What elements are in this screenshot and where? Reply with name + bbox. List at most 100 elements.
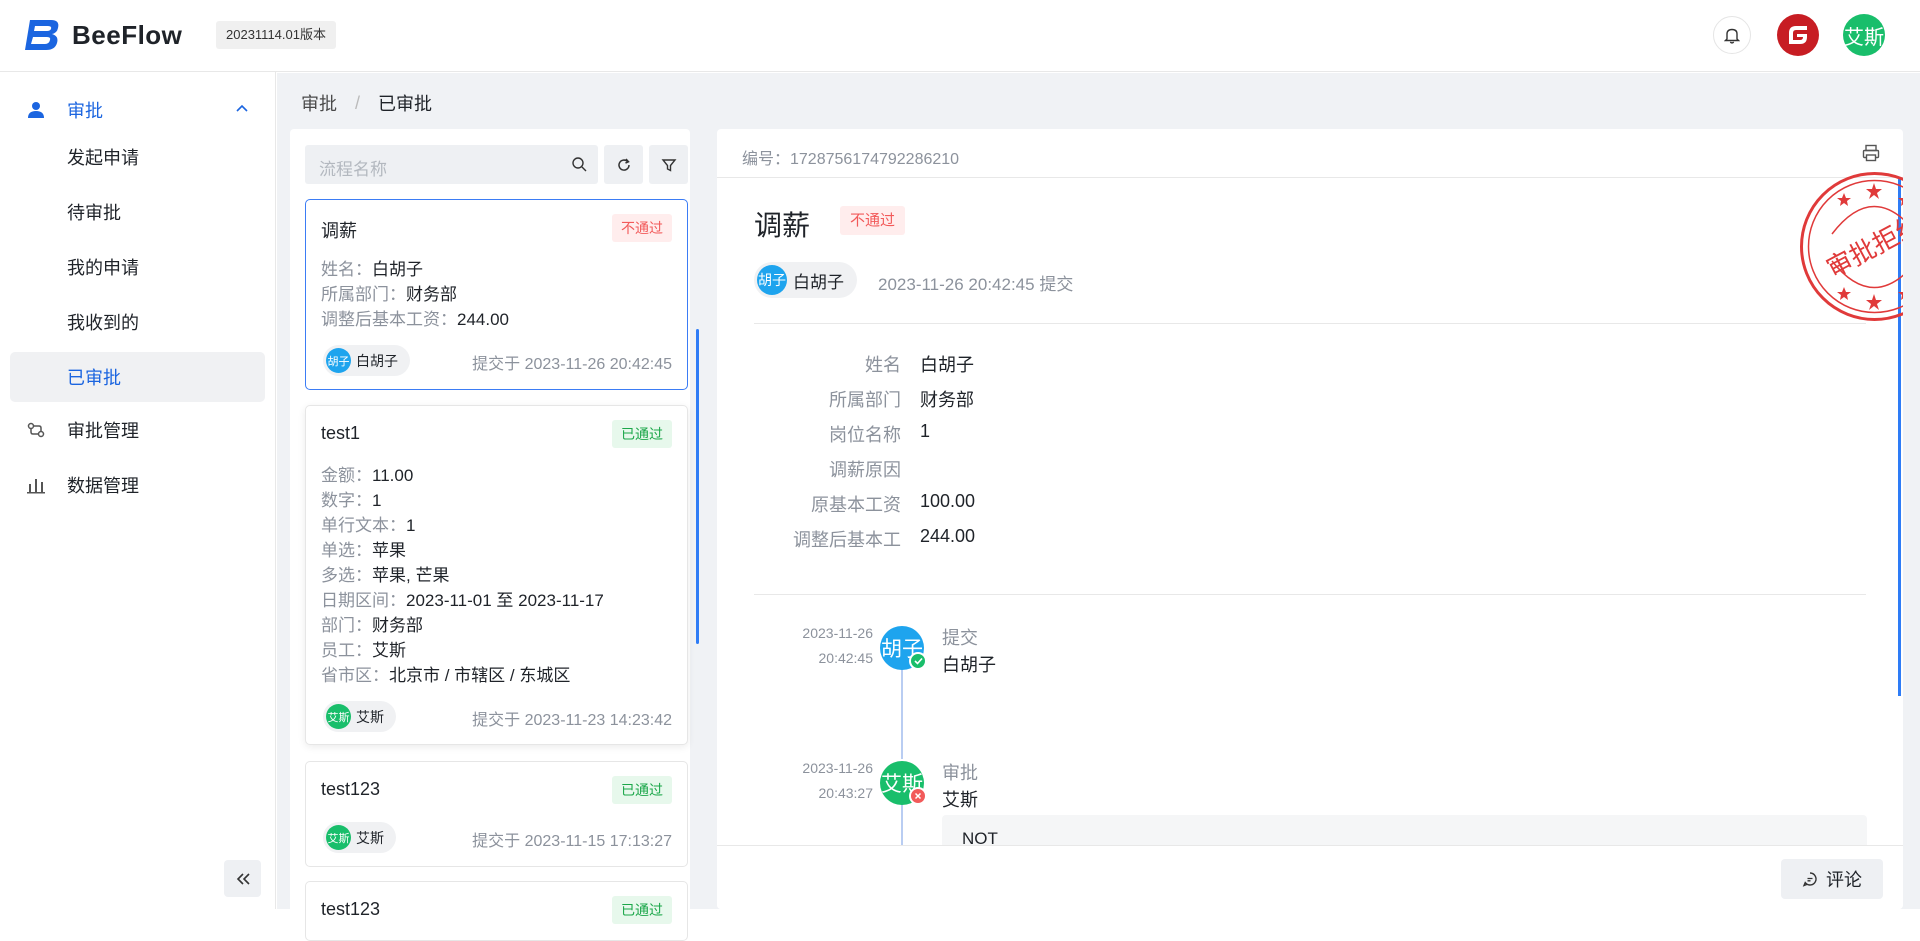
approval-detail-panel: 编号：1728756174792286210 调薪 不通过 胡子 白胡子 202… bbox=[717, 129, 1903, 909]
card-field: 员工：艾斯 bbox=[321, 641, 406, 660]
timeline-person: 白胡子 bbox=[942, 655, 996, 675]
status-badge: 已通过 bbox=[612, 896, 672, 924]
detail-field-key: 调整后基本工 bbox=[793, 530, 901, 550]
sidebar-item-start-request[interactable]: 发起申请 bbox=[10, 132, 265, 182]
card-field: 金额：11.00 bbox=[321, 466, 414, 485]
detail-field-key: 原基本工资 bbox=[811, 495, 901, 515]
detail-field-key: 姓名 bbox=[865, 355, 901, 375]
menu-data-management[interactable]: 数据管理 bbox=[0, 457, 276, 512]
submit-time: 提交于 2023-11-23 14:23:42 bbox=[472, 712, 672, 729]
refresh-button[interactable] bbox=[604, 145, 643, 184]
timeline-action: 审批 bbox=[942, 763, 978, 783]
submitter-name: 白胡子 bbox=[356, 352, 398, 369]
menu-approval-management[interactable]: 审批管理 bbox=[0, 402, 276, 457]
flow-icon bbox=[27, 422, 45, 437]
approval-card-selected[interactable]: 调薪 不通过 姓名：白胡子 所属部门：财务部 调整后基本工资：244.00 胡子… bbox=[305, 199, 688, 390]
version-badge: 20231114.01版本 bbox=[216, 21, 336, 49]
card-field: 日期区间：2023-11-01 至 2023-11-17 bbox=[321, 591, 604, 610]
detail-field-value: 244.00 bbox=[920, 526, 976, 546]
card-field: 单行文本：1 bbox=[321, 516, 416, 535]
menu-group-approval[interactable]: 审批 bbox=[0, 82, 276, 137]
card-title: 调薪 bbox=[321, 221, 357, 241]
collapse-sidebar-button[interactable] bbox=[224, 860, 261, 897]
refresh-icon bbox=[617, 157, 630, 171]
bar-chart-icon bbox=[27, 478, 45, 493]
search-icon[interactable] bbox=[571, 156, 588, 173]
card-title: test123 bbox=[321, 899, 381, 919]
comment-icon bbox=[1802, 872, 1817, 887]
gitee-icon bbox=[1789, 26, 1807, 44]
card-field: 省市区：北京市 / 市辖区 / 东城区 bbox=[321, 666, 571, 685]
sidebar-item-my-requests[interactable]: 我的申请 bbox=[10, 242, 265, 292]
submitter-chip: 艾斯 艾斯 bbox=[323, 822, 396, 853]
card-field: 数字：1 bbox=[321, 491, 382, 510]
detail-field-value: 财务部 bbox=[920, 390, 974, 410]
submit-time: 提交于 2023-11-26 20:42:45 bbox=[472, 356, 672, 373]
timeline-connector bbox=[901, 669, 903, 759]
approval-card[interactable]: test123 已通过 bbox=[305, 881, 688, 941]
comment-button[interactable]: 评论 bbox=[1781, 859, 1883, 899]
list-scrollbar[interactable] bbox=[696, 329, 699, 644]
status-badge: 不通过 bbox=[612, 214, 672, 242]
double-chevron-left-icon bbox=[236, 872, 250, 885]
sidebar-item-pending[interactable]: 待审批 bbox=[10, 187, 265, 237]
detail-footer: 评论 bbox=[717, 845, 1903, 909]
submitter-chip: 艾斯 艾斯 bbox=[323, 701, 396, 732]
detail-header: 编号：1728756174792286210 bbox=[717, 129, 1903, 178]
sidebar-item-approved[interactable]: 已审批 bbox=[10, 352, 265, 402]
detail-field-value: 白胡子 bbox=[920, 355, 974, 375]
submit-time: 提交于 2023-11-15 17:13:27 bbox=[472, 833, 672, 850]
notification-button[interactable] bbox=[1713, 16, 1751, 54]
approval-card[interactable]: test123 已通过 艾斯 艾斯 提交于 2023-11-15 17:13:2… bbox=[305, 761, 688, 867]
menu-label-data-management: 数据管理 bbox=[67, 475, 139, 496]
app-logo[interactable]: BeeFlow bbox=[24, 18, 182, 52]
filter-icon bbox=[661, 158, 676, 172]
detail-field-key: 所属部门 bbox=[829, 390, 901, 410]
detail-title: 调薪 bbox=[754, 210, 811, 241]
card-field: 单选：苹果 bbox=[321, 541, 406, 560]
detail-field-key: 调薪原因 bbox=[829, 460, 901, 480]
submitter-name: 艾斯 bbox=[356, 829, 384, 846]
stamp-text: 审批拒绝 bbox=[1822, 209, 1903, 284]
timeline-action: 提交 bbox=[942, 628, 978, 648]
card-title: test1 bbox=[321, 423, 361, 443]
detail-status-badge: 不通过 bbox=[840, 206, 906, 235]
card-field: 调整后基本工资：244.00 bbox=[321, 310, 509, 329]
beeflow-logo-icon bbox=[25, 20, 59, 50]
avatar: 艾斯 bbox=[326, 825, 351, 850]
avatar: 胡子 bbox=[326, 348, 351, 373]
user-avatar[interactable]: 艾斯 bbox=[1843, 14, 1885, 56]
approval-list-panel: 流程名称 调薪 不通过 姓名：白胡子 所属部门：财务部 调整后基本工资：244.… bbox=[290, 129, 699, 941]
sidebar-item-received[interactable]: 我收到的 bbox=[10, 297, 265, 347]
menu-group-label: 审批 bbox=[67, 100, 103, 121]
filter-button[interactable] bbox=[649, 145, 688, 184]
detail-field-key: 岗位名称 bbox=[829, 425, 901, 445]
approval-card[interactable]: test1 已通过 金额：11.00 数字：1 单行文本：1 单选：苹果 多选：… bbox=[305, 405, 688, 745]
sidebar: 审批 发起申请 待审批 我的申请 我收到的 已审批 审批管理 数据管理 bbox=[0, 72, 276, 909]
card-field: 多选：苹果, 芒果 bbox=[321, 566, 450, 585]
timeline-timestamp: 2023-11-26 20:43:27 bbox=[802, 760, 873, 801]
breadcrumb-separator: / bbox=[355, 92, 361, 113]
divider bbox=[754, 323, 1866, 324]
status-badge: 已通过 bbox=[612, 420, 672, 448]
rejected-x-icon bbox=[909, 787, 927, 805]
approval-number: 编号：1728756174792286210 bbox=[742, 151, 960, 168]
main-content: 审批 / 已审批 流程名称 调薪 不通过 姓名：白胡子 所属部门：财务部 调整后… bbox=[277, 73, 1920, 941]
search-input[interactable]: 流程名称 bbox=[305, 145, 598, 184]
rejected-stamp: 审批拒绝 bbox=[1800, 172, 1903, 321]
gitee-link[interactable] bbox=[1777, 14, 1819, 56]
detail-field-value: 100.00 bbox=[920, 491, 976, 511]
timeline-person: 艾斯 bbox=[942, 790, 978, 810]
menu-label-approval-management: 审批管理 bbox=[67, 420, 139, 441]
breadcrumb: 审批 / 已审批 bbox=[301, 90, 432, 116]
timeline-timestamp: 2023-11-26 20:42:45 bbox=[802, 625, 873, 666]
search-placeholder: 流程名称 bbox=[319, 160, 387, 179]
print-icon[interactable] bbox=[1861, 143, 1881, 163]
avatar: 艾斯 bbox=[326, 704, 351, 729]
chevron-up-icon bbox=[236, 104, 248, 112]
breadcrumb-current: 已审批 bbox=[378, 94, 433, 114]
approved-check-icon bbox=[909, 652, 927, 670]
bell-icon bbox=[1724, 28, 1740, 44]
breadcrumb-approval[interactable]: 审批 bbox=[301, 90, 337, 116]
submitter-name: 白胡子 bbox=[793, 272, 844, 292]
